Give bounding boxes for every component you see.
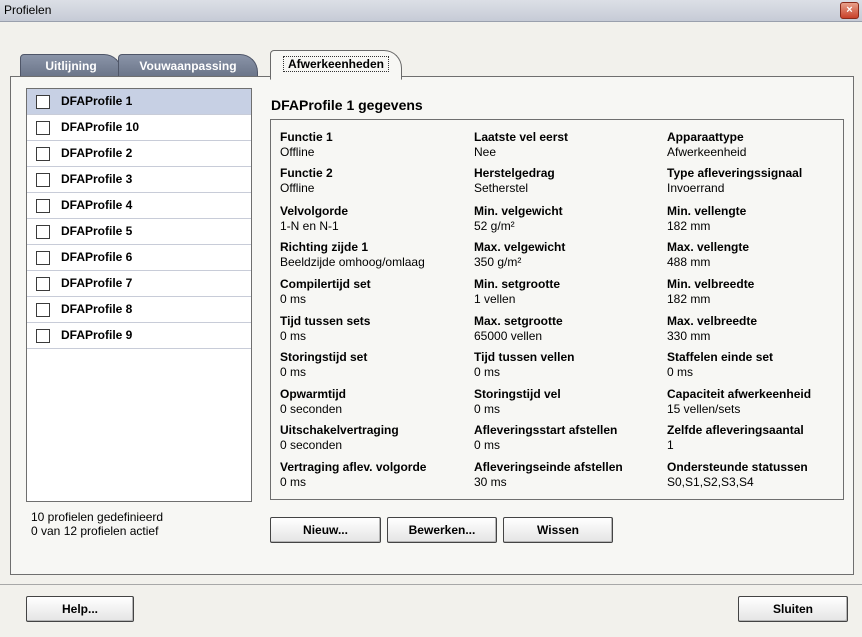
- detail-field: Ondersteunde statussen S0,S1,S2,S3,S4: [667, 460, 808, 489]
- profiles-defined-text: 10 profielen gedefinieerd: [31, 510, 164, 524]
- detail-field: Uitschakelvertraging 0 seconden: [280, 423, 399, 452]
- tab-label: Uitlijning: [45, 59, 97, 73]
- detail-field: Max. setgrootte 65000 vellen: [474, 314, 563, 343]
- detail-field: Velvolgorde 1-N en N-1: [280, 204, 349, 233]
- detail-field: Tijd tussen vellen 0 ms: [474, 350, 575, 379]
- list-item[interactable]: DFAProfile 10: [27, 115, 251, 141]
- detail-field: Zelfde afleveringsaantal 1: [667, 423, 804, 452]
- list-item[interactable]: DFAProfile 6: [27, 245, 251, 271]
- tab-vouwaanpassing[interactable]: Vouwaanpassing: [118, 54, 258, 77]
- list-item[interactable]: DFAProfile 8: [27, 297, 251, 323]
- profile-label: DFAProfile 4: [61, 198, 133, 212]
- divider: [0, 584, 862, 585]
- checkbox[interactable]: [36, 199, 50, 213]
- edit-button[interactable]: Bewerken...: [387, 517, 497, 543]
- detail-field: Herstelgedrag Setherstel: [474, 166, 555, 195]
- help-button[interactable]: Help...: [26, 596, 134, 622]
- profile-label: DFAProfile 8: [61, 302, 133, 316]
- profile-label: DFAProfile 6: [61, 250, 133, 264]
- detail-field: Functie 2 Offline: [280, 166, 333, 195]
- detail-field: Vertraging aflev. volgorde 0 ms: [280, 460, 427, 489]
- profile-label: DFAProfile 5: [61, 224, 133, 238]
- details-title: DFAProfile 1 gegevens: [271, 97, 423, 113]
- detail-field: Max. vellengte 488 mm: [667, 240, 750, 269]
- detail-field: Capaciteit afwerkeenheid 15 vellen/sets: [667, 387, 812, 416]
- profile-list[interactable]: DFAProfile 1 DFAProfile 10 DFAProfile 2 …: [26, 88, 252, 502]
- checkbox[interactable]: [36, 147, 50, 161]
- tab-label: Afwerkeenheden: [282, 56, 390, 72]
- title-bar: Profielen ×: [0, 0, 862, 22]
- checkbox[interactable]: [36, 121, 50, 135]
- checkbox[interactable]: [36, 251, 50, 265]
- profile-label: DFAProfile 7: [61, 276, 133, 290]
- window-title: Profielen: [4, 3, 52, 17]
- detail-field: Min. vellengte 182 mm: [667, 204, 747, 233]
- detail-field: Tijd tussen sets 0 ms: [280, 314, 371, 343]
- detail-field: Type afleveringssignaal Invoerrand: [667, 166, 803, 195]
- profiles-active-text: 0 van 12 profielen actief: [31, 524, 159, 538]
- detail-field: Max. velgewicht 350 g/m²: [474, 240, 566, 269]
- profile-label: DFAProfile 2: [61, 146, 133, 160]
- detail-field: Afleveringsstart afstellen 0 ms: [474, 423, 618, 452]
- detail-field: Min. velbreedte 182 mm: [667, 277, 755, 306]
- detail-field: Max. velbreedte 330 mm: [667, 314, 758, 343]
- detail-field: Laatste vel eerst Nee: [474, 130, 569, 159]
- detail-field: Compilertijd set 0 ms: [280, 277, 371, 306]
- new-button[interactable]: Nieuw...: [270, 517, 381, 543]
- checkbox[interactable]: [36, 277, 50, 291]
- detail-field: Staffelen einde set 0 ms: [667, 350, 774, 379]
- detail-field: Min. setgrootte 1 vellen: [474, 277, 560, 306]
- close-button[interactable]: Sluiten: [738, 596, 848, 622]
- profile-label: DFAProfile 3: [61, 172, 133, 186]
- detail-field: Min. velgewicht 52 g/m²: [474, 204, 563, 233]
- detail-field: Storingstijd vel 0 ms: [474, 387, 561, 416]
- detail-field: Opwarmtijd 0 seconden: [280, 387, 347, 416]
- detail-field: Apparaattype Afwerkeenheid: [667, 130, 747, 159]
- detail-field: Richting zijde 1 Beeldzijde omhoog/omlaag: [280, 240, 425, 269]
- profile-label: DFAProfile 10: [61, 120, 140, 134]
- delete-button[interactable]: Wissen: [503, 517, 613, 543]
- checkbox[interactable]: [36, 329, 50, 343]
- list-item[interactable]: DFAProfile 5: [27, 219, 251, 245]
- profile-label: DFAProfile 9: [61, 328, 133, 342]
- checkbox[interactable]: [36, 95, 50, 109]
- details-panel: Functie 1 Offline Functie 2 Offline Velvol…: [270, 119, 844, 500]
- detail-field: Afleveringseinde afstellen 30 ms: [474, 460, 623, 489]
- tab-label: Vouwaanpassing: [139, 59, 237, 73]
- list-item[interactable]: DFAProfile 9: [27, 323, 251, 349]
- checkbox[interactable]: [36, 225, 50, 239]
- list-item[interactable]: DFAProfile 1: [27, 89, 251, 115]
- tab-uitlijning[interactable]: Uitlijning: [20, 54, 122, 77]
- list-item[interactable]: DFAProfile 2: [27, 141, 251, 167]
- list-item[interactable]: DFAProfile 7: [27, 271, 251, 297]
- detail-field: Storingstijd set 0 ms: [280, 350, 368, 379]
- profile-label: DFAProfile 1: [61, 94, 133, 108]
- tab-afwerkeenheden[interactable]: Afwerkeenheden: [270, 50, 402, 80]
- list-item[interactable]: DFAProfile 3: [27, 167, 251, 193]
- list-item[interactable]: DFAProfile 4: [27, 193, 251, 219]
- checkbox[interactable]: [36, 303, 50, 317]
- checkbox[interactable]: [36, 173, 50, 187]
- detail-field: Functie 1 Offline: [280, 130, 333, 159]
- close-window-icon[interactable]: ×: [840, 2, 859, 19]
